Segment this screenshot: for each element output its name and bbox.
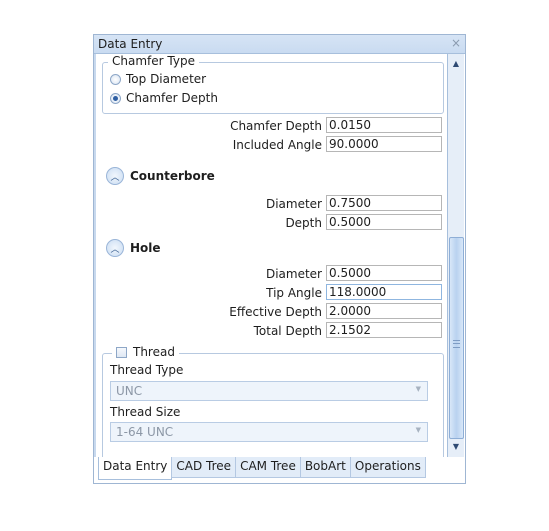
tab-data-entry[interactable]: Data Entry [98, 457, 173, 480]
radio-label: Top Diameter [126, 72, 207, 86]
field-label: Tip Angle [266, 286, 322, 300]
radio-chamfer-depth[interactable]: Chamfer Depth [110, 91, 218, 105]
grip-icon [453, 340, 460, 348]
field-label: Diameter [265, 197, 322, 211]
included-angle-input[interactable]: 90.0000 [326, 136, 442, 152]
scroll-content: Chamfer Type Top Diameter Chamfer Depth … [94, 54, 446, 457]
thread-checkbox[interactable] [116, 346, 127, 358]
hole-section-header[interactable]: ︿ Hole [106, 239, 161, 257]
field-label: Included Angle [232, 138, 322, 152]
close-icon[interactable]: × [451, 36, 461, 50]
field-label: Total Depth [253, 324, 322, 338]
counterbore-depth-input[interactable]: 0.5000 [326, 214, 442, 230]
counterbore-diameter-input[interactable]: 0.7500 [326, 195, 442, 211]
field-label: Depth [285, 216, 322, 230]
field-included-angle: Included Angle 90.0000 [96, 136, 442, 154]
collapse-icon[interactable]: ︿ [106, 239, 124, 257]
field-counterbore-diameter: Diameter 0.7500 [96, 195, 442, 213]
section-title: Counterbore [130, 169, 215, 183]
vertical-scrollbar[interactable]: ▲ ▼ [447, 54, 464, 457]
tip-angle-input[interactable]: 118.0000 [326, 284, 442, 300]
tab-cam-tree[interactable]: CAM Tree [235, 457, 301, 478]
chamfer-type-legend: Chamfer Type [108, 54, 199, 68]
panel-title: Data Entry [98, 37, 163, 51]
field-tip-angle: Tip Angle 118.0000 [96, 284, 442, 302]
radio-top-diameter[interactable]: Top Diameter [110, 72, 206, 86]
tab-operations[interactable]: Operations [349, 457, 426, 478]
thread-size-select[interactable]: 1-64 UNC ▼ [110, 422, 428, 442]
thread-type-select[interactable]: UNC ▼ [110, 381, 428, 401]
tab-cad-tree[interactable]: CAD Tree [171, 457, 237, 478]
field-counterbore-depth: Depth 0.5000 [96, 214, 442, 232]
data-entry-panel: Data Entry × Chamfer Type Top Diameter C… [93, 34, 466, 484]
thread-checkbox-label: Thread [133, 345, 175, 359]
thread-type-value: UNC [116, 384, 143, 398]
thread-size-label: Thread Size [110, 405, 181, 419]
chamfer-depth-input[interactable]: 0.0150 [326, 117, 442, 133]
thread-size-value: 1-64 UNC [116, 425, 174, 439]
radio-selected-icon[interactable] [110, 92, 121, 104]
counterbore-section-header[interactable]: ︿ Counterbore [106, 167, 215, 185]
scroll-up-icon[interactable]: ▲ [449, 56, 463, 72]
thread-checkbox-row[interactable]: Thread [112, 345, 179, 359]
radio-icon[interactable] [110, 73, 121, 85]
effective-depth-input[interactable]: 2.0000 [326, 303, 442, 319]
scroll-down-icon[interactable]: ▼ [449, 439, 463, 455]
collapse-icon[interactable]: ︿ [106, 167, 124, 185]
panel-tabs: Data Entry CAD Tree CAM Tree BobArt Oper… [98, 457, 426, 480]
field-hole-diameter: Diameter 0.5000 [96, 265, 442, 283]
field-total-depth: Total Depth 2.1502 [96, 322, 442, 340]
chevron-down-icon: ▼ [415, 426, 421, 434]
thread-type-label: Thread Type [110, 363, 184, 377]
chevron-down-icon: ▼ [415, 385, 421, 393]
radio-label: Chamfer Depth [126, 91, 218, 105]
tab-bobart[interactable]: BobArt [299, 457, 351, 478]
field-label: Effective Depth [229, 305, 322, 319]
field-label: Diameter [265, 267, 322, 281]
scrollbar-thumb[interactable] [449, 237, 464, 439]
field-effective-depth: Effective Depth 2.0000 [96, 303, 442, 321]
title-bar: Data Entry × [94, 35, 465, 54]
field-chamfer-depth: Chamfer Depth 0.0150 [96, 117, 442, 135]
section-title: Hole [130, 241, 161, 255]
hole-diameter-input[interactable]: 0.5000 [326, 265, 442, 281]
total-depth-input[interactable]: 2.1502 [326, 322, 442, 338]
chamfer-type-group [102, 62, 444, 114]
field-label: Chamfer Depth [230, 119, 322, 133]
